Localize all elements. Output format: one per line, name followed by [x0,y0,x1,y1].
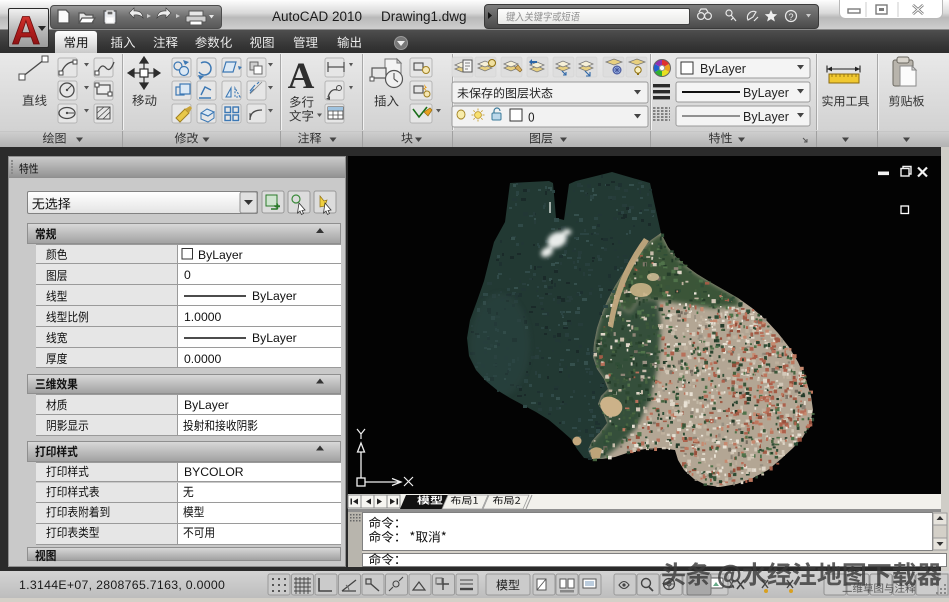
svg-text:A: A [288,56,315,97]
svg-text:?: ? [788,12,793,22]
svg-text:A: A [12,9,41,53]
